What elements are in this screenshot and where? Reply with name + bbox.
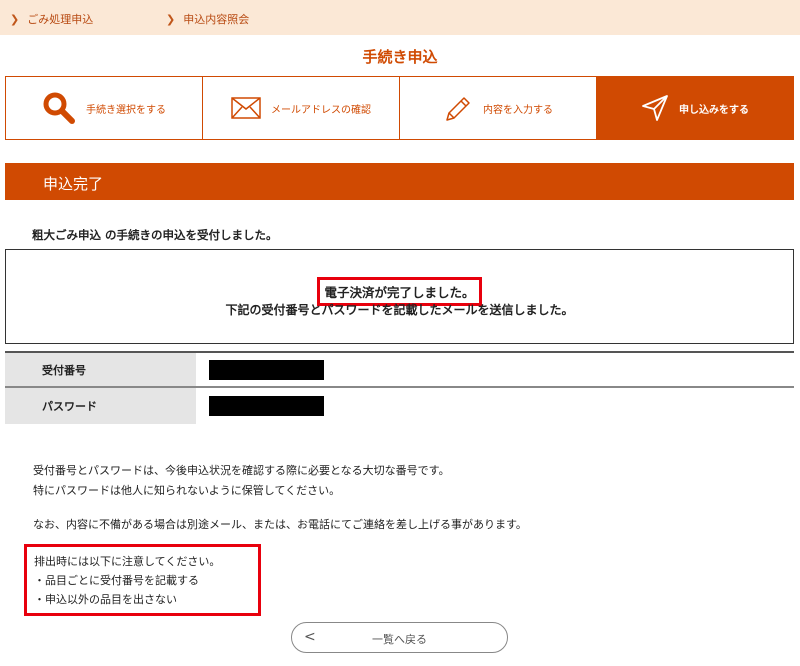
- search-icon: [42, 91, 76, 125]
- receipt-number-label: 受付番号: [5, 353, 196, 386]
- breadcrumb-label: ごみ処理申込: [27, 13, 94, 26]
- chevron-right-icon: ❯: [166, 13, 176, 26]
- paragraph-line: 受付番号とパスワードは、今後申込状況を確認する際に必要となる大切な番号です。: [33, 464, 450, 477]
- step-progress: 手続き選択をする メールアドレスの確認 内容を入力する 申し込みをする: [5, 76, 794, 140]
- table-row: 受付番号: [5, 351, 794, 388]
- receipt-info-table: 受付番号 パスワード: [5, 351, 794, 425]
- page-title: 手続き申込: [362, 48, 438, 66]
- step-label: 手続き選択をする: [86, 104, 166, 116]
- paragraph-line: 特にパスワードは他人に知られないように保管してください。: [33, 484, 341, 497]
- back-button-label: 一覧へ戻る: [372, 633, 427, 646]
- contact-paragraph: なお、内容に不備がある場合は別途メール、または、お電話にてご連絡を差し上げる事が…: [33, 518, 527, 531]
- step-label: 内容を入力する: [483, 104, 553, 116]
- step-submit-application[interactable]: 申し込みをする: [597, 77, 793, 139]
- step-select-procedure[interactable]: 手続き選択をする: [6, 77, 203, 139]
- caution-box: 排出時には以下に注意してください。 ・品目ごとに受付番号を記載する ・申込以外の…: [24, 544, 261, 616]
- notice-box: 電子決済が完了しました。 下記の受付番号とパスワードを記載したメールを送信しまし…: [5, 249, 794, 344]
- caution-item: ・申込以外の品目を出さない: [34, 593, 177, 606]
- password-label: パスワード: [5, 388, 196, 424]
- breadcrumb: ❯ ごみ処理申込 ❯ 申込内容照会: [0, 0, 800, 35]
- chevron-right-icon: ❯: [10, 13, 20, 26]
- breadcrumb-label: 申込内容照会: [183, 13, 250, 26]
- send-icon: [641, 94, 669, 122]
- section-header: 申込完了: [5, 163, 794, 200]
- breadcrumb-item-garbage-application[interactable]: ❯ ごみ処理申込: [10, 11, 93, 27]
- step-label: 申し込みをする: [679, 104, 749, 116]
- acceptance-message: 粗大ごみ申込 の手続きの申込を受付しました。: [32, 228, 278, 242]
- email-sent-message: 下記の受付番号とパスワードを記載したメールを送信しました。: [225, 303, 574, 317]
- caution-title: 排出時には以下に注意してください。: [34, 555, 221, 568]
- pencil-icon: [443, 93, 473, 123]
- receipt-number-redacted: [209, 359, 324, 380]
- password-redacted: [209, 396, 324, 416]
- section-title: 申込完了: [43, 175, 104, 193]
- breadcrumb-item-application-inquiry[interactable]: ❯ 申込内容照会: [166, 11, 249, 27]
- step-label: メールアドレスの確認: [271, 104, 371, 116]
- info-paragraph: 受付番号とパスワードは、今後申込状況を確認する際に必要となる大切な番号です。 特…: [33, 461, 450, 501]
- mail-icon: [231, 97, 261, 119]
- table-row: パスワード: [5, 388, 794, 425]
- back-to-list-button[interactable]: < 一覧へ戻る: [291, 622, 508, 653]
- step-input-content[interactable]: 内容を入力する: [400, 77, 597, 139]
- caution-item: ・品目ごとに受付番号を記載する: [34, 574, 199, 587]
- step-confirm-email[interactable]: メールアドレスの確認: [203, 77, 400, 139]
